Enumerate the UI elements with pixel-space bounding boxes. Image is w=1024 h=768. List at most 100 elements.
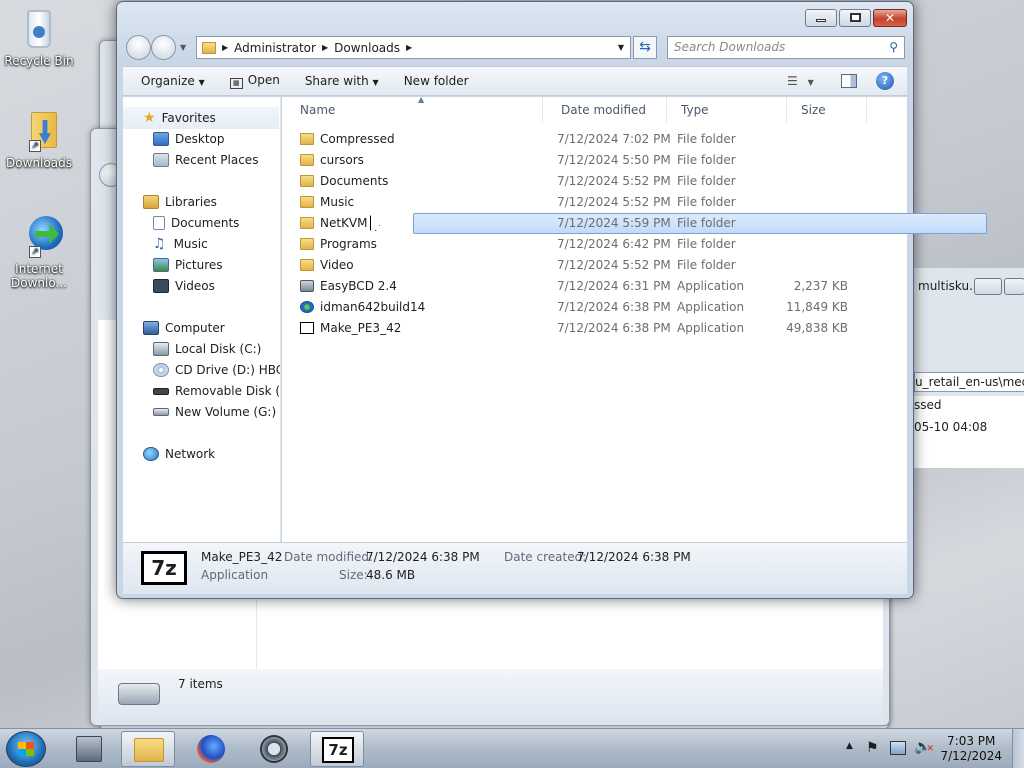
breadcrumb-separator-icon[interactable]: ▶ [322,43,328,52]
table-row[interactable]: idman642build14 7/12/2024 6:38 PM Applic… [296,297,870,318]
start-button[interactable] [6,731,46,767]
table-row[interactable]: Compressed 7/12/2024 7:02 PM File folder [296,129,870,150]
taskbar-firefox[interactable] [185,731,239,767]
network-tray-icon[interactable] [890,741,906,755]
desktop-icon-internet-download-manager[interactable]: ↗ Internet Downlo... [1,216,77,290]
nav-label: Local Disk (C:) [175,342,262,356]
internet-download-manager-icon: ↗ [17,216,63,260]
table-row[interactable]: EasyBCD 2.4 7/12/2024 6:31 PM Applicatio… [296,276,870,297]
new-folder-button[interactable]: New folder [392,74,482,88]
preview-pane-button[interactable] [841,74,857,88]
table-row[interactable]: Music 7/12/2024 5:52 PM File folder [296,192,870,213]
minimize-button[interactable] [974,278,1002,295]
taskbar-app[interactable] [248,731,302,767]
maximize-button[interactable] [839,9,871,27]
nav-label: Documents [171,216,240,230]
breadcrumb-downloads[interactable]: Downloads [334,41,400,55]
desktop-icon-label: Internet Downlo... [11,262,67,290]
nav-videos[interactable]: Videos [153,276,215,296]
nav-recent-places[interactable]: Recent Places [153,150,258,170]
address-bar[interactable]: ▶ Administrator ▶ Downloads ▶ ▼ [196,36,631,59]
column-header[interactable]: ssed [914,398,942,412]
breadcrumb-separator-icon[interactable]: ▶ [222,43,228,52]
desktop-icon-downloads[interactable]: ↗ Downloads [1,110,77,170]
nav-documents[interactable]: Documents [153,213,239,233]
details-date-created-label: Date created: [504,550,587,564]
details-size-label: Size: [339,568,368,582]
nav-pictures[interactable]: Pictures [153,255,223,275]
chevron-down-icon: ▼ [372,78,379,87]
help-icon: ? [881,74,889,87]
address-bar[interactable]: u_retail_en-us\media [914,372,1024,392]
close-button[interactable]: ✕ [873,9,907,27]
nav-desktop[interactable]: Desktop [153,129,225,149]
column-header-type[interactable]: Type [667,97,787,123]
desktop-icon-recycle-bin[interactable]: Recycle Bin [1,8,77,68]
file-name: cursors [320,153,364,167]
explorer-window[interactable]: ✕ ▼ ▶ Administrator ▶ Downloads ▶ ▼ ⇆ Se… [116,1,987,599]
view-options-button[interactable]: ☰ ▼ [787,74,814,88]
taskbar-7zip[interactable]: 7z [310,731,364,767]
breadcrumb-separator-icon[interactable]: ▶ [406,43,412,52]
removable-disk-icon [153,387,169,395]
file-name: EasyBCD 2.4 [320,279,397,293]
nav-label: Network [165,447,216,461]
background-nav-divider [256,599,257,669]
nav-network[interactable]: Network [143,444,215,464]
minimize-button[interactable] [805,9,837,27]
7z-app-icon [300,322,314,334]
navigation-pane: ★ Favorites Desktop Recent Places Librari… [123,97,281,542]
details-file-kind: Application [201,568,269,582]
nav-cd-drive[interactable]: CD Drive (D:) HBCD_ [153,360,280,380]
help-button[interactable]: ? [876,72,894,90]
nav-computer[interactable]: Computer [143,318,225,338]
nav-music[interactable]: ♫ Music [153,234,208,254]
search-input[interactable]: Search Downloads ⚲ [667,36,905,59]
show-desktop-button[interactable] [1012,729,1024,768]
table-row[interactable]: cursors 7/12/2024 5:50 PM File folder [296,150,870,171]
file-type: File folder [677,237,736,251]
column-header-name[interactable]: Name [286,97,543,123]
refresh-button[interactable]: ⇆ [633,36,657,59]
nav-local-disk[interactable]: Local Disk (C:) [153,339,261,359]
open-button[interactable]: ▦ Open [218,73,293,89]
address-dropdown-icon[interactable]: ▼ [618,43,624,52]
system-clock[interactable]: 7:03 PM 7/12/2024 [940,734,1002,764]
show-hidden-icons-button[interactable]: ▲ [846,741,853,751]
file-type: Application [677,279,745,293]
folder-icon [300,133,314,145]
folder-icon [300,259,314,271]
volume-muted-icon[interactable]: 🔈✕ [914,739,934,755]
open-label: Open [247,73,280,87]
table-row[interactable]: Programs 7/12/2024 6:42 PM File folder [296,234,870,255]
organize-button[interactable]: Organize ▼ [129,74,218,88]
recent-pages-icon[interactable]: ▼ [180,43,186,52]
folder-icon [300,154,314,166]
background-window-right[interactable]: multisku... u_retail_en-us\media ssed 05… [905,268,1024,468]
file-name: Make_PE3_42 [320,321,402,335]
table-row[interactable]: Video 7/12/2024 5:52 PM File folder [296,255,870,276]
table-row[interactable]: Documents 7/12/2024 5:52 PM File folder [296,171,870,192]
action-center-flag-icon[interactable]: ⚑ [866,740,879,756]
nav-label: Recent Places [175,153,259,167]
idm-app-icon [300,301,314,313]
column-header-date-modified[interactable]: Date modified [547,97,667,123]
table-row[interactable]: NetKVM 7/12/2024 5:59 PM File folder [296,213,870,234]
taskbar-computer-management[interactable] [62,731,116,767]
file-name: Music [320,195,355,209]
nav-favorites[interactable]: ★ Favorites [143,108,216,128]
back-button[interactable] [126,35,151,60]
breadcrumb-administrator[interactable]: Administrator [234,41,316,55]
nav-label: CD Drive (D:) HBCD_ [175,363,280,377]
taskbar-windows-explorer[interactable] [121,731,175,767]
nav-label: Removable Disk (E:) [175,384,281,398]
share-with-button[interactable]: Share with ▼ [293,74,392,88]
clock-date: 7/12/2024 [940,749,1002,763]
nav-new-volume[interactable]: New Volume (G:) [153,402,276,422]
column-header-size[interactable]: Size [787,97,867,123]
nav-libraries[interactable]: Libraries [143,192,217,212]
forward-button[interactable] [151,35,176,60]
table-row[interactable]: Make_PE3_42 7/12/2024 6:38 PM Applicatio… [296,318,870,339]
nav-removable-disk[interactable]: Removable Disk (E:) [153,381,281,401]
maximize-button[interactable] [1004,278,1024,295]
